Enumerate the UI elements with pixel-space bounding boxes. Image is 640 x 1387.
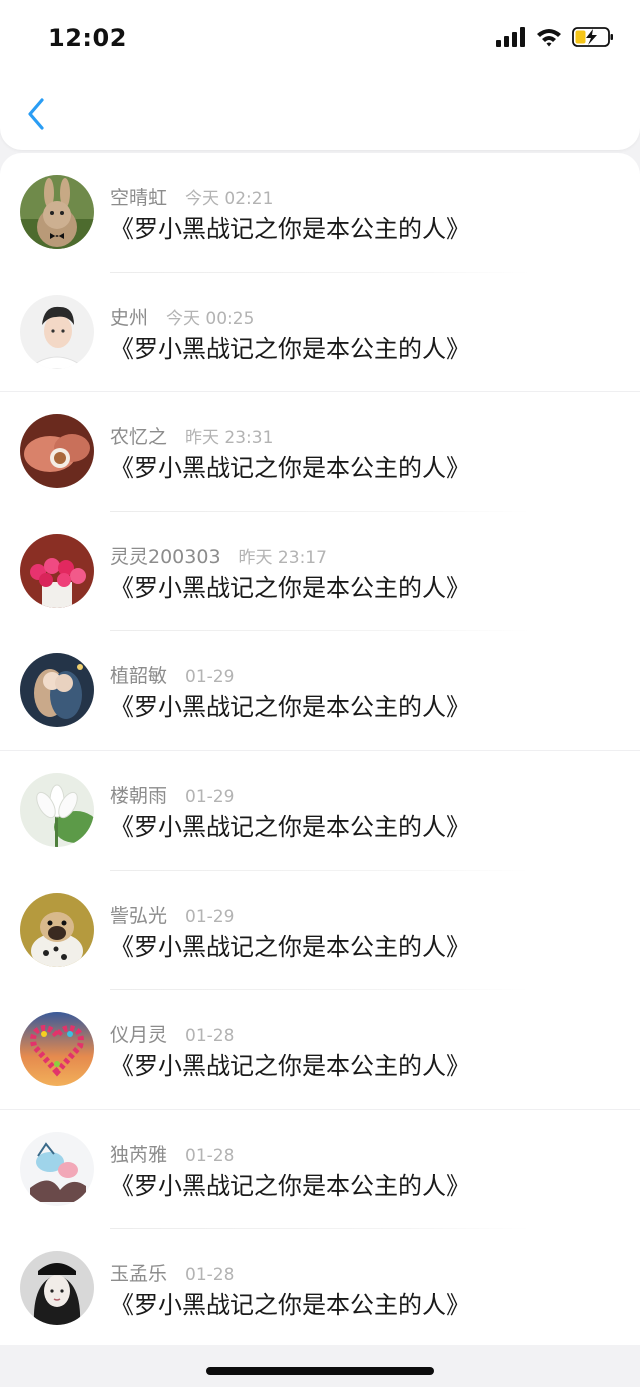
list-item[interactable]: 植韶敏 01-29 《罗小黑战记之你是本公主的人》	[0, 631, 640, 751]
chevron-left-icon	[26, 97, 46, 135]
item-title: 《罗小黑战记之你是本公主的人》	[110, 1171, 470, 1200]
item-time: 01-28	[185, 1265, 235, 1286]
list-item[interactable]: 史州 今天 00:25 《罗小黑战记之你是本公主的人》	[0, 273, 640, 393]
item-meta: 独芮雅 01-28	[110, 1140, 234, 1167]
ink-illustration-avatar	[20, 1131, 94, 1206]
item-title: 《罗小黑战记之你是本公主的人》	[110, 215, 470, 243]
user-name: 独芮雅	[110, 1143, 168, 1166]
user-name: 玉孟乐	[110, 1263, 168, 1286]
lotus-avatar	[20, 773, 94, 847]
item-time: 01-28	[185, 1145, 235, 1166]
item-title: 《罗小黑战记之你是本公主的人》	[110, 813, 470, 841]
item-title: 《罗小黑战记之你是本公主的人》	[110, 1052, 470, 1081]
item-time: 01-29	[185, 667, 235, 688]
user-name: 灵灵200303	[110, 545, 221, 568]
list-item[interactable]: 独芮雅 01-28 《罗小黑战记之你是本公主的人》	[0, 1110, 640, 1230]
item-title: 《罗小黑战记之你是本公主的人》	[110, 1291, 470, 1320]
battery-charging-icon	[572, 26, 614, 52]
wifi-icon	[536, 27, 562, 51]
item-meta: 史州 今天 00:25	[110, 303, 254, 330]
young-man-avatar	[20, 294, 94, 369]
back-button[interactable]	[16, 94, 56, 138]
list-item[interactable]: 楼朝雨 01-29 《罗小黑战记之你是本公主的人》	[0, 751, 640, 871]
item-meta: 玉孟乐 01-28	[110, 1259, 234, 1286]
header: 12:02	[0, 0, 640, 150]
list-item[interactable]: 灵灵200303 昨天 23:17 《罗小黑战记之你是本公主的人》	[0, 512, 640, 632]
pug-dog-avatar	[20, 892, 94, 967]
list-item[interactable]: 农忆之 昨天 23:31 《罗小黑战记之你是本公主的人》	[0, 392, 640, 512]
item-title: 《罗小黑战记之你是本公主的人》	[110, 693, 470, 722]
item-meta: 楼朝雨 01-29	[110, 781, 234, 808]
item-meta: 空晴虹 今天 02:21	[110, 183, 273, 210]
item-meta: 仪月灵 01-28	[110, 1020, 234, 1047]
home-bar	[0, 1345, 640, 1387]
status-bar: 12:02	[0, 0, 640, 76]
balloon-heart-avatar	[20, 1012, 94, 1087]
status-icons	[496, 26, 614, 52]
list-item[interactable]: 空晴虹 今天 02:21 《罗小黑战记之你是本公主的人》	[0, 153, 640, 273]
rabbit-avatar	[20, 175, 94, 249]
user-name: 訾弘光	[110, 904, 168, 927]
user-name: 空晴虹	[110, 187, 168, 209]
list-item[interactable]: 玉孟乐 01-28 《罗小黑战记之你是本公主的人》	[0, 1229, 640, 1345]
item-title: 《罗小黑战记之你是本公主的人》	[110, 454, 470, 483]
user-name: 农忆之	[110, 426, 168, 449]
girl-bw-avatar	[20, 1251, 94, 1326]
item-time: 昨天 23:17	[238, 547, 327, 568]
list-item[interactable]: 訾弘光 01-29 《罗小黑战记之你是本公主的人》	[0, 871, 640, 991]
item-time: 01-29	[185, 906, 235, 927]
item-time: 01-28	[185, 1026, 235, 1047]
signal-icon	[496, 27, 526, 51]
item-meta: 植韶敏 01-29	[110, 661, 234, 688]
item-title: 《罗小黑战记之你是本公主的人》	[110, 573, 470, 602]
anime-couple-avatar	[20, 653, 94, 728]
item-meta: 农忆之 昨天 23:31	[110, 422, 273, 449]
user-name: 仪月灵	[110, 1024, 168, 1047]
item-time: 01-29	[185, 787, 235, 807]
item-time: 昨天 23:31	[185, 428, 274, 449]
message-list: 空晴虹 今天 02:21 《罗小黑战记之你是本公主的人》 史州 今天 00:25…	[0, 153, 640, 1345]
pink-roses-avatar	[20, 533, 94, 608]
item-time: 今天 02:21	[185, 189, 274, 209]
item-meta: 灵灵200303 昨天 23:17	[110, 542, 327, 569]
home-indicator[interactable]	[206, 1367, 434, 1375]
user-name: 史州	[110, 306, 149, 329]
list-item[interactable]: 仪月灵 01-28 《罗小黑战记之你是本公主的人》	[0, 990, 640, 1110]
user-name: 植韶敏	[110, 665, 168, 688]
item-title: 《罗小黑战记之你是本公主的人》	[110, 932, 470, 961]
item-title: 《罗小黑战记之你是本公主的人》	[110, 334, 470, 363]
item-meta: 訾弘光 01-29	[110, 901, 234, 928]
hands-coffee-avatar	[20, 414, 94, 489]
item-time: 今天 00:25	[166, 308, 255, 329]
status-time: 12:02	[48, 24, 127, 52]
user-name: 楼朝雨	[110, 785, 168, 807]
